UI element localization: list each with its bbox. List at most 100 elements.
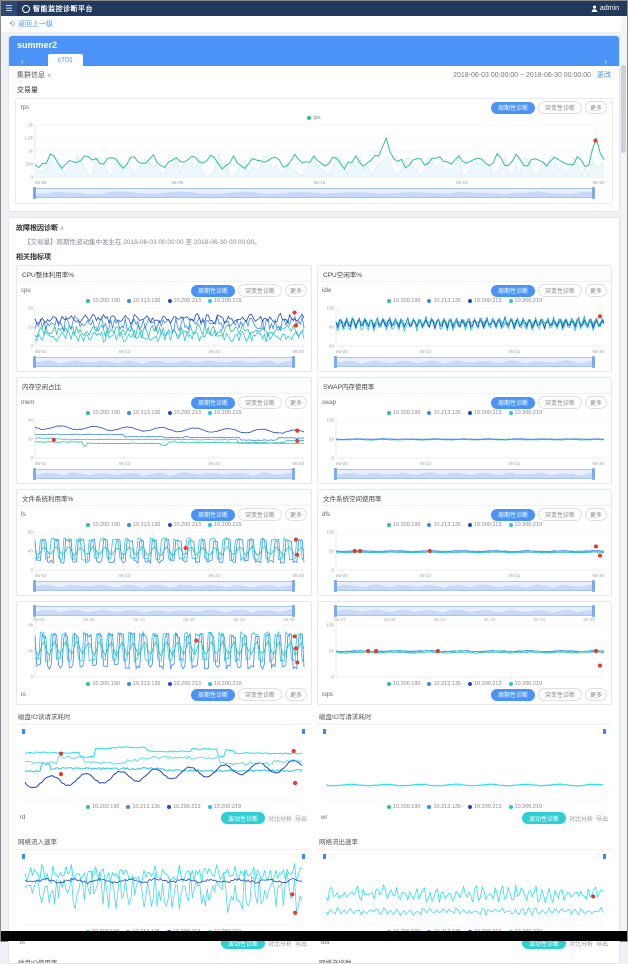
zoom-handle-icon[interactable] bbox=[22, 729, 25, 734]
memory-chart[interactable]: 4020006-0306-1206-2106-30 bbox=[21, 417, 307, 467]
host-legend[interactable]: 10.200.19010.213.13510.200.21310.200.219 bbox=[21, 410, 307, 416]
periodic-diagnosis-button[interactable]: 周期性诊断 bbox=[491, 285, 535, 297]
more-button[interactable]: 更多 bbox=[285, 396, 307, 409]
scrollbar-track[interactable] bbox=[621, 17, 626, 930]
cpu-idle-chart[interactable]: 100908006-0306-1206-2106-30 bbox=[322, 305, 607, 355]
disk-write-chart[interactable] bbox=[323, 729, 606, 803]
tab-prev-icon[interactable]: ‹ bbox=[17, 57, 28, 66]
more-button[interactable]: 更多 bbox=[585, 101, 607, 114]
legend-label: 10.200.219 bbox=[515, 298, 543, 304]
datazoom-slider[interactable] bbox=[334, 606, 595, 616]
datazoom-slider[interactable] bbox=[33, 469, 295, 479]
more-button[interactable]: 更多 bbox=[585, 284, 607, 297]
filesystem-chart[interactable]: 8040006-0306-1206-2106-30 bbox=[21, 529, 307, 579]
legend-dot-icon bbox=[427, 682, 431, 686]
cluster-info-toggle[interactable]: 集群信息 ∨ bbox=[17, 70, 51, 80]
tps-legend[interactable]: tps bbox=[21, 115, 607, 121]
zoom-handle-icon[interactable] bbox=[323, 854, 326, 859]
zoom-handle-icon[interactable] bbox=[302, 729, 305, 734]
block-title: 磁盘IO读请求耗时 bbox=[16, 709, 311, 725]
export-button[interactable]: 导出 bbox=[596, 814, 608, 823]
collapse-icon[interactable]: ∧ bbox=[60, 226, 64, 232]
zoom-handle-icon[interactable] bbox=[22, 854, 25, 859]
mutation-diagnosis-button[interactable]: 突变性诊断 bbox=[538, 101, 582, 114]
svg-text:06-03: 06-03 bbox=[35, 349, 47, 354]
net-out-chart[interactable] bbox=[323, 854, 606, 928]
host-legend[interactable]: 10.200.19010.213.13510.200.21310.200.219 bbox=[21, 522, 307, 528]
svg-text:06-30: 06-30 bbox=[292, 573, 304, 578]
user-menu[interactable]: admin bbox=[591, 5, 619, 12]
datazoom-slider[interactable] bbox=[334, 357, 595, 367]
host-legend[interactable]: 10.200.19010.213.13510.200.21310.200.219 bbox=[21, 681, 307, 687]
info-bar: 集群信息 ∨ 2018-06-03 00:00:00 ~ 2018-06-30 … bbox=[9, 66, 619, 82]
mutation-diagnosis-button[interactable]: 突变性诊断 bbox=[238, 284, 282, 297]
more-button[interactable]: 更多 bbox=[585, 508, 607, 521]
change-range-link[interactable]: 更改 bbox=[597, 72, 611, 79]
card-title: CPU空闲率% bbox=[318, 266, 611, 282]
mutation-diagnosis-button[interactable]: 突变性诊断 bbox=[538, 508, 582, 521]
zoom-handle-icon[interactable] bbox=[323, 729, 326, 734]
mutation-diagnosis-button[interactable]: 突变性诊断 bbox=[538, 284, 582, 297]
cpu-chart[interactable]: 2010006-0306-1206-2106-30 bbox=[21, 305, 307, 355]
disk-read-chart[interactable] bbox=[22, 729, 305, 803]
host-legend[interactable]: 10.200.19010.213.13510.200.21310.200.219 bbox=[16, 804, 311, 810]
datazoom-slider[interactable] bbox=[334, 469, 595, 479]
svg-text:0: 0 bbox=[30, 456, 33, 461]
host-legend[interactable]: 10.200.19010.213.13510.200.21310.200.219 bbox=[322, 410, 607, 416]
host-legend[interactable]: 10.200.19010.213.13510.200.21310.200.219 bbox=[322, 681, 607, 687]
periodic-diagnosis-button[interactable]: 周期性诊断 bbox=[491, 397, 535, 409]
mutation-diagnosis-button[interactable]: 突变性诊断 bbox=[238, 396, 282, 409]
datazoom-slider[interactable] bbox=[33, 606, 295, 616]
more-button[interactable]: 更多 bbox=[585, 396, 607, 409]
more-button[interactable]: 更多 bbox=[285, 508, 307, 521]
periodic-diagnosis-button[interactable]: 周期性诊断 bbox=[191, 285, 235, 297]
datazoom-slider[interactable] bbox=[33, 581, 295, 591]
menu-icon[interactable]: ☰ bbox=[1, 1, 17, 16]
legend-dot-icon bbox=[387, 682, 391, 686]
tab-next-icon[interactable]: › bbox=[600, 57, 611, 66]
net-in-chart[interactable] bbox=[22, 854, 305, 928]
scrollbar-thumb[interactable] bbox=[621, 65, 626, 153]
io-chart[interactable]: 8k4k0 bbox=[21, 622, 307, 680]
datazoom-slider[interactable] bbox=[33, 188, 595, 198]
export-button[interactable]: 导出 bbox=[295, 814, 307, 823]
back-link[interactable]: 返回上一级 bbox=[18, 19, 53, 29]
host-legend[interactable]: 10.200.19010.213.13510.200.21310.200.219 bbox=[21, 298, 307, 304]
mutation-diagnosis-button[interactable]: 突变性诊断 bbox=[238, 508, 282, 521]
fs-space-chart[interactable]: 10050006-0306-1206-2106-30 bbox=[322, 529, 607, 579]
mutation-diagnosis-button[interactable]: 突变性诊断 bbox=[538, 396, 582, 409]
swap-chart[interactable]: 10050006-0306-1206-2106-30 bbox=[322, 417, 607, 467]
periodic-diagnosis-button[interactable]: 周期性诊断 bbox=[491, 102, 535, 114]
host-legend[interactable]: 10.200.19010.213.13510.200.21310.200.219 bbox=[322, 298, 607, 304]
more-button[interactable]: 更多 bbox=[285, 688, 307, 701]
svg-text:06-12: 06-12 bbox=[119, 349, 131, 354]
periodic-diagnosis-button[interactable]: 周期性诊断 bbox=[191, 509, 235, 521]
periodic-diagnosis-button[interactable]: 周期性诊断 bbox=[491, 689, 535, 701]
more-button[interactable]: 更多 bbox=[285, 284, 307, 297]
legend-label: 10.200.190 bbox=[92, 522, 120, 528]
more-button[interactable]: 更多 bbox=[585, 688, 607, 701]
periodic-diagnosis-button[interactable]: 周期性诊断 bbox=[191, 689, 235, 701]
legend-label: 10.200.219 bbox=[515, 522, 543, 528]
zoom-handle-icon[interactable] bbox=[302, 854, 305, 859]
datazoom-slider[interactable] bbox=[33, 357, 295, 367]
compare-button[interactable]: 对比分析 bbox=[268, 814, 292, 823]
mutation-diagnosis-button[interactable]: 突变性诊断 bbox=[238, 688, 282, 701]
host-legend[interactable]: 10.200.19010.213.13510.200.21310.200.219 bbox=[317, 804, 612, 810]
mutation-diagnosis-button[interactable]: 突变性诊断 bbox=[538, 688, 582, 701]
tps-chart[interactable]: 2k1.5k1k500006-0306-0906-1606-2306-30 bbox=[21, 122, 607, 186]
volatility-diagnosis-button[interactable]: 波动性诊断 bbox=[522, 812, 566, 824]
host-legend[interactable]: 10.200.19010.213.13510.200.21310.200.219 bbox=[322, 522, 607, 528]
zoom-handle-icon[interactable] bbox=[603, 854, 606, 859]
iops-chart[interactable]: 100500 bbox=[322, 622, 607, 680]
datazoom-slider[interactable] bbox=[334, 581, 595, 591]
periodic-diagnosis-button[interactable]: 周期性诊断 bbox=[491, 509, 535, 521]
periodic-diagnosis-button[interactable]: 周期性诊断 bbox=[191, 397, 235, 409]
svg-text:06-03: 06-03 bbox=[336, 461, 348, 466]
tab-c701[interactable]: c701 bbox=[48, 54, 83, 66]
volatility-diagnosis-button[interactable]: 波动性诊断 bbox=[221, 812, 265, 824]
compare-button[interactable]: 对比分析 bbox=[569, 814, 593, 823]
zoom-handle-icon[interactable] bbox=[603, 729, 606, 734]
legend-label: 10.200.213 bbox=[174, 681, 202, 687]
legend-label: 10.200.219 bbox=[515, 681, 543, 687]
